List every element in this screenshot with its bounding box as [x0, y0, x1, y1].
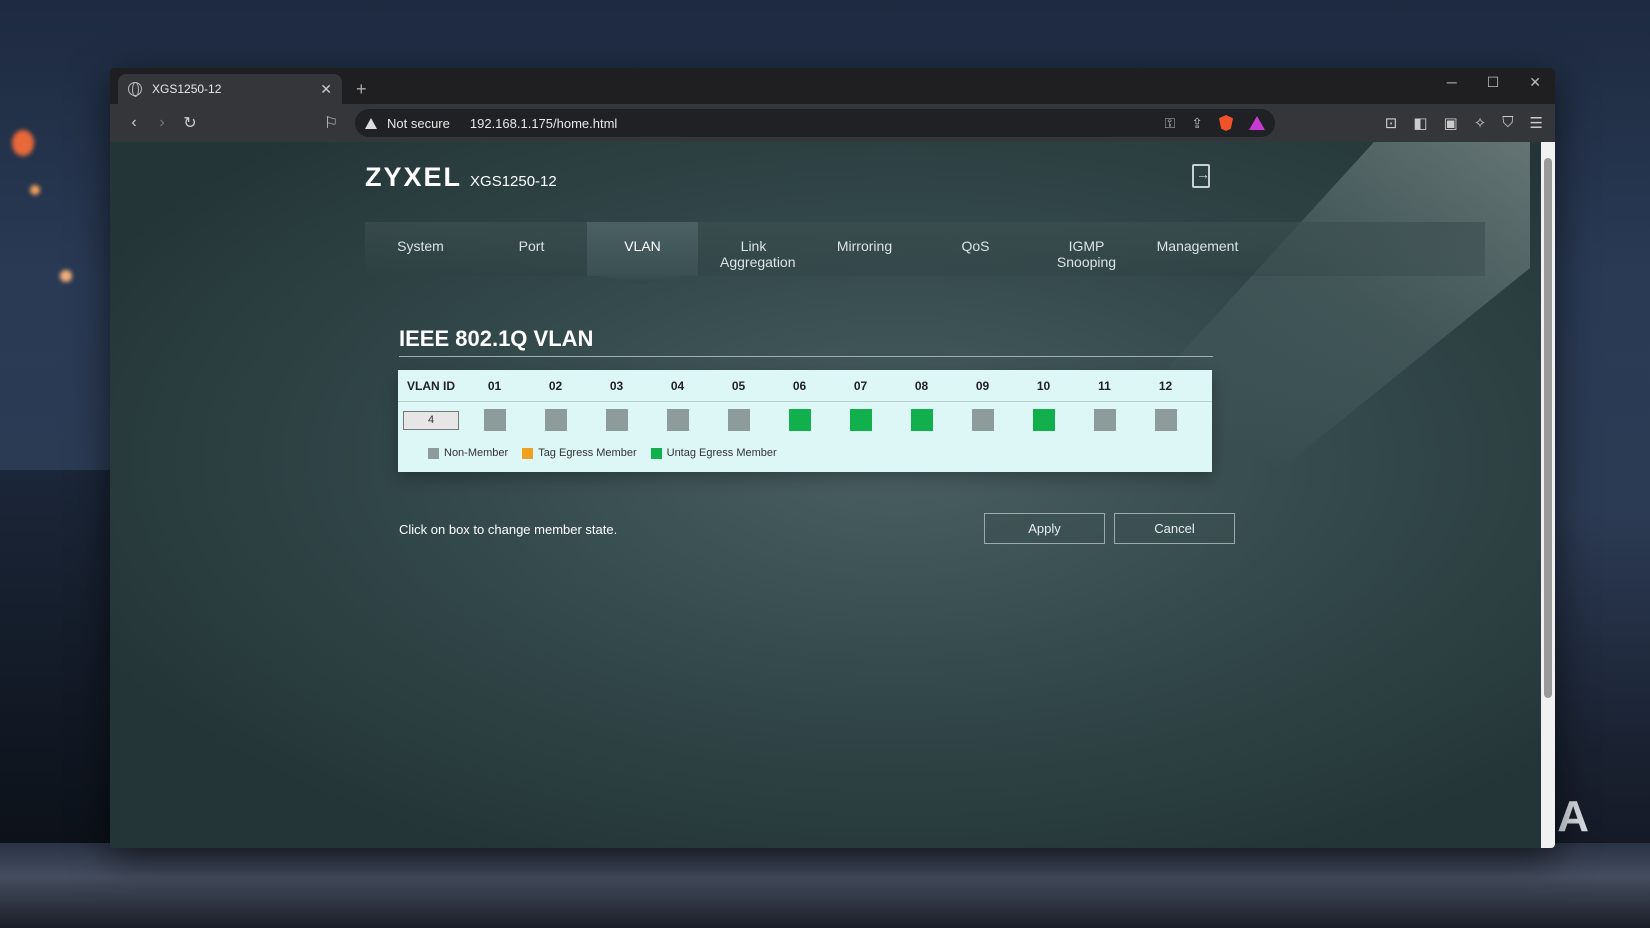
forward-icon[interactable]: › [148, 114, 176, 132]
vlan-id-field[interactable]: 4 [403, 410, 459, 430]
vlan-membership-table: VLAN ID 01 02 03 04 05 06 07 08 09 10 11 12 4 Non-M… [398, 370, 1212, 472]
legend-item-untag: Untag Egress Member [650, 447, 777, 459]
legend-swatch [428, 447, 439, 459]
device-model: XGS1250-12 [470, 173, 557, 190]
port-header-06: 06 [792, 378, 807, 393]
port-header-02: 02 [548, 378, 563, 393]
port-header-12: 12 [1158, 378, 1173, 393]
reload-icon[interactable]: ↻ [176, 113, 204, 133]
tab-strip: XGS1250-12 ✕ + ─ ☐ ✕ [110, 68, 1555, 104]
table-header-row: VLAN ID 01 02 03 04 05 06 07 08 09 10 11 12 [398, 370, 1212, 402]
legend-swatch [522, 447, 534, 459]
close-window-icon[interactable]: ✕ [1529, 74, 1541, 91]
port-header-01: 01 [487, 378, 502, 393]
member-box-port-05[interactable] [727, 409, 750, 431]
zyxel-logo: ZYXEL [365, 162, 463, 192]
port-header-09: 09 [975, 378, 990, 393]
wallpaper-lantern [12, 130, 34, 156]
port-header-03: 03 [609, 378, 624, 393]
menu-item-qos[interactable]: QoS [920, 222, 1031, 276]
new-tab-icon[interactable]: + [356, 79, 367, 100]
maximize-icon[interactable]: ☐ [1487, 74, 1500, 91]
browser-window: XGS1250-12 ✕ + ─ ☐ ✕ ‹ › ↻ ⚐ Not secure … [110, 68, 1555, 848]
legend: Non-Member Tag Egress Member Untag Egress … [398, 438, 1212, 468]
menu-item-mirroring[interactable]: Mirroring [809, 222, 920, 276]
menu-item-system[interactable]: System [365, 222, 476, 276]
legend-swatch [650, 447, 662, 459]
member-box-port-02[interactable] [544, 409, 567, 431]
warning-icon [365, 117, 377, 129]
port-header-11: 11 [1098, 378, 1111, 393]
menu-item-vlan[interactable]: VLAN [587, 222, 698, 276]
back-icon[interactable]: ‹ [120, 114, 148, 132]
browser-toolbar: ‹ › ↻ ⚐ Not secure 192.168.1.175/home.ht… [110, 104, 1555, 142]
page-content: ZYXEL XGS1250-12 SystemPortVLANLink Aggr… [110, 142, 1541, 848]
section-title: IEEE 802.1Q VLAN [399, 326, 1213, 357]
browser-tab[interactable]: XGS1250-12 ✕ [118, 74, 342, 104]
apply-button[interactable]: Apply [984, 513, 1105, 544]
vlan-id-header: VLAN ID [407, 378, 455, 393]
menu-icon[interactable]: ☰ [1530, 114, 1543, 132]
bookmark-icon[interactable]: ⚐ [317, 113, 345, 133]
wallpaper-house [0, 470, 112, 850]
legend-label: Non-Member [444, 447, 509, 459]
port-header-08: 08 [914, 378, 929, 393]
member-box-port-06[interactable] [788, 409, 811, 431]
screenshot-icon[interactable]: ⊡ [1385, 114, 1398, 132]
brave-shield-icon[interactable] [1219, 115, 1233, 131]
member-box-port-11[interactable] [1093, 409, 1116, 431]
port-header-10: 10 [1036, 378, 1051, 393]
close-tab-icon[interactable]: ✕ [320, 81, 332, 98]
scrollbar-thumb[interactable] [1544, 158, 1552, 698]
instruction-text: Click on box to change member state. [399, 522, 618, 537]
tab-title: XGS1250-12 [152, 82, 222, 96]
menu-item-igmp-snooping[interactable]: IGMP Snooping [1031, 222, 1142, 276]
port-header-04: 04 [670, 378, 685, 393]
brave-rewards-icon[interactable] [1249, 116, 1265, 130]
member-box-port-01[interactable] [483, 409, 506, 431]
member-box-port-07[interactable] [849, 409, 872, 431]
brand-header: ZYXEL XGS1250-12 [365, 162, 557, 193]
menu-item-link-aggregation[interactable]: Link Aggregation [698, 222, 809, 276]
menu-item-management[interactable]: Management [1142, 222, 1253, 276]
logout-icon[interactable] [1192, 164, 1210, 188]
member-box-port-10[interactable] [1032, 409, 1055, 431]
address-bar[interactable]: Not secure 192.168.1.175/home.html ⚿ ⇪ [355, 109, 1275, 137]
wallet-icon[interactable]: ▣ [1444, 114, 1458, 132]
globe-icon [128, 82, 142, 97]
leo-ai-icon[interactable]: ✧ [1474, 114, 1487, 132]
menu-item-port[interactable]: Port [476, 222, 587, 276]
vpn-shield-icon[interactable]: ⛉ [1502, 114, 1513, 132]
member-box-port-12[interactable] [1154, 409, 1177, 431]
url-text[interactable]: 192.168.1.175/home.html [470, 116, 617, 131]
member-box-port-09[interactable] [971, 409, 994, 431]
wallpaper-light [30, 185, 40, 195]
minimize-icon[interactable]: ─ [1447, 74, 1457, 91]
member-box-port-04[interactable] [666, 409, 689, 431]
window-controls: ─ ☐ ✕ [1447, 74, 1541, 91]
legend-label: Untag Egress Member [666, 447, 777, 459]
sidebar-icon[interactable]: ◧ [1413, 114, 1427, 132]
legend-item-non: Non-Member [428, 447, 508, 459]
security-indicator[interactable]: Not secure [387, 116, 450, 131]
cancel-button[interactable]: Cancel [1114, 513, 1235, 544]
share-icon[interactable]: ⇪ [1191, 115, 1203, 132]
key-icon[interactable]: ⚿ [1165, 115, 1176, 132]
page-scrollbar[interactable] [1541, 142, 1555, 848]
table-row: 4 [398, 402, 1212, 438]
main-menu: System Port VLAN Link Aggregation Mirroring Q… [365, 222, 1485, 276]
wallpaper-light [60, 270, 72, 282]
port-header-07: 07 [853, 378, 868, 393]
member-box-port-08[interactable] [910, 409, 933, 431]
port-header-05: 05 [731, 378, 746, 393]
wallpaper-ground [0, 843, 1650, 928]
legend-item-tag: Tag Egress Member [522, 447, 637, 459]
member-box-port-03[interactable] [605, 409, 628, 431]
legend-label: Tag Egress Member [538, 447, 637, 459]
